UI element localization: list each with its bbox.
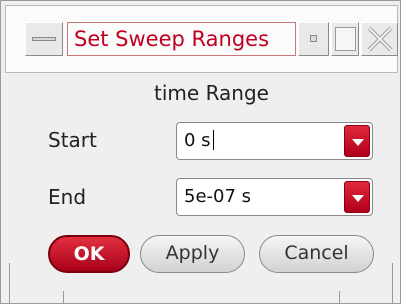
window-menu-button[interactable]: [25, 22, 63, 56]
apply-button[interactable]: Apply: [140, 235, 245, 273]
minimize-icon: [310, 35, 317, 42]
close-button[interactable]: [361, 22, 398, 56]
window-title: Set Sweep Ranges: [67, 22, 296, 56]
ok-button[interactable]: OK: [48, 235, 130, 273]
text-caret: [212, 129, 214, 150]
maximize-button[interactable]: [331, 22, 359, 56]
cancel-button[interactable]: Cancel: [259, 235, 374, 273]
window-menu-icon: [32, 37, 56, 41]
maximize-icon: [335, 27, 356, 51]
frame-edge: [392, 263, 393, 303]
dialog-window: Set Sweep Ranges time Range Start 0 s En…: [0, 0, 401, 304]
frame-edge: [63, 291, 64, 303]
start-value[interactable]: 0 s: [184, 123, 214, 159]
minimize-button[interactable]: [298, 22, 329, 56]
chevron-down-icon[interactable]: [344, 125, 370, 157]
frame-edge: [9, 263, 10, 303]
title-bar[interactable]: Set Sweep Ranges: [5, 5, 398, 73]
end-value[interactable]: 5e-07 s: [184, 179, 251, 215]
start-label: Start: [48, 128, 97, 152]
start-value-text: 0 s: [184, 130, 211, 151]
end-label: End: [48, 185, 87, 209]
frame-edge: [339, 291, 340, 303]
chevron-down-icon[interactable]: [344, 181, 370, 213]
end-combo[interactable]: 5e-07 s: [176, 178, 373, 216]
start-combo[interactable]: 0 s: [176, 122, 373, 160]
close-icon: [367, 26, 393, 52]
section-title: time Range: [154, 81, 269, 105]
